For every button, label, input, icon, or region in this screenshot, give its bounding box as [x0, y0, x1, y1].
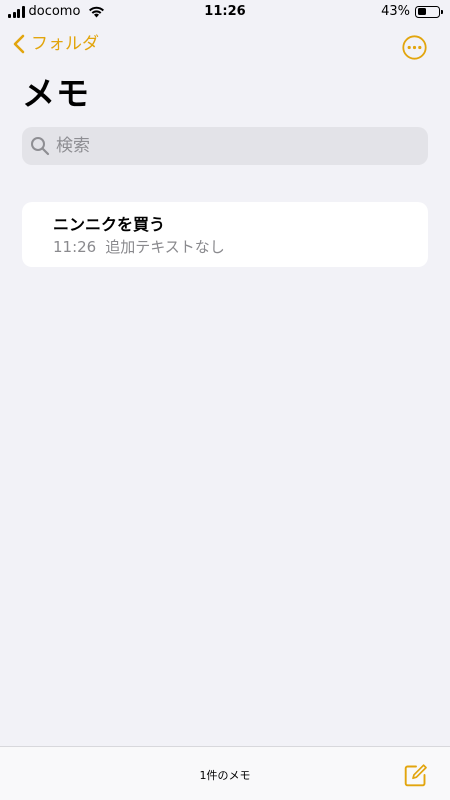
search-input[interactable]: 検索 — [22, 127, 428, 165]
note-time: 11:26 — [53, 238, 97, 256]
battery-percent: 43% — [381, 4, 410, 19]
note-preview: 追加テキストなし — [105, 238, 225, 256]
compose-icon[interactable] — [403, 763, 428, 788]
chevron-left-icon — [13, 34, 25, 54]
status-bar: docomo 11:26 43% — [0, 0, 450, 24]
battery-icon — [415, 5, 443, 18]
status-right: 43% — [381, 4, 443, 19]
ellipsis-circle-icon[interactable] — [402, 35, 427, 60]
back-button[interactable]: フォルダ — [13, 34, 99, 54]
note-subtitle: 11:26 追加テキストなし — [53, 238, 225, 257]
battery-level — [417, 8, 427, 15]
note-title: ニンニクを買う — [53, 215, 166, 234]
note-count: 1件のメモ — [199, 769, 251, 782]
page-title: メモ — [22, 74, 90, 113]
notes-app-screen: docomo 11:26 43% フォルダ メモ 検索 ニンニクを買う 11:2… — [0, 0, 450, 800]
search-icon — [31, 137, 50, 156]
bottom-toolbar: 1件のメモ — [0, 746, 450, 800]
back-label: フォルダ — [31, 34, 99, 54]
list-item[interactable]: ニンニクを買う 11:26 追加テキストなし — [22, 202, 428, 267]
search-placeholder: 検索 — [56, 136, 90, 156]
